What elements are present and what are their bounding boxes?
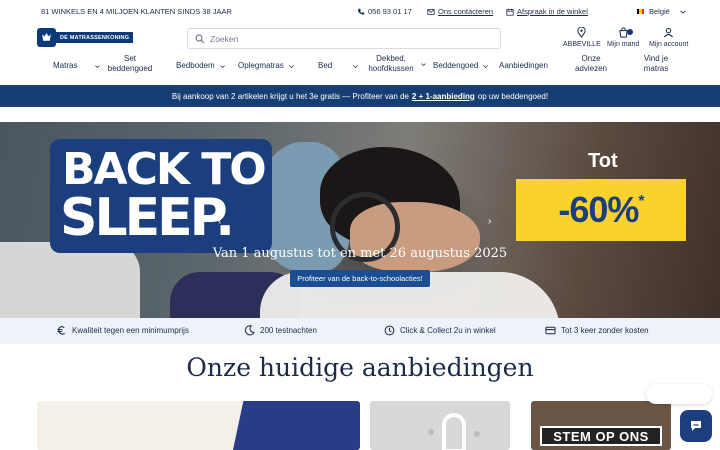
hero-tot: Tot bbox=[588, 150, 618, 172]
usp-item-payment: Tot 3 keer zonder kosten bbox=[545, 325, 649, 336]
logo-text: DE MATRASSENKONING bbox=[56, 32, 134, 43]
offer-card[interactable]: STEM OP ONS bbox=[531, 401, 671, 450]
usp-label: Kwaliteit tegen een minimumprijs bbox=[72, 326, 189, 335]
offer-card[interactable] bbox=[370, 401, 510, 450]
nav-item-set-beddengoed[interactable]: Set beddengoed bbox=[103, 54, 157, 74]
discount-badge: -60% * bbox=[516, 179, 686, 241]
chevron-down-icon bbox=[353, 64, 359, 68]
nav-item-bed[interactable]: Bed bbox=[318, 61, 359, 71]
store-locator-button[interactable]: ABBEVILLE bbox=[563, 27, 601, 48]
main-nav: Matras Set beddengoed Bedbodem Oplegmatr… bbox=[0, 52, 720, 84]
chat-prompt-bubble[interactable] bbox=[646, 384, 712, 404]
hero-headline-2: SLEEP. bbox=[60, 188, 235, 248]
store-label: ABBEVILLE bbox=[563, 41, 601, 48]
section-title: Onze huidige aanbiedingen bbox=[186, 353, 534, 382]
chevron-down-icon bbox=[95, 64, 101, 68]
hero-date: Van 1 augustus tot en met 26 augustus 20… bbox=[212, 246, 508, 261]
chevron-down-icon bbox=[483, 64, 489, 68]
usp-item-price: Kwaliteit tegen een minimumprijs bbox=[56, 325, 189, 336]
back-to-sleep-logo: BACK TO SLEEP. bbox=[50, 139, 272, 253]
mail-icon bbox=[427, 8, 435, 15]
usp-bar: Kwaliteit tegen een minimumprijs 200 tes… bbox=[0, 318, 720, 344]
cart-label: Mijn mand bbox=[607, 41, 640, 48]
user-icon bbox=[664, 27, 674, 38]
nav-label: Bed bbox=[318, 61, 333, 70]
nav-label: Dekbed, hoofdkussen bbox=[368, 54, 414, 73]
euro-icon bbox=[57, 325, 66, 335]
usp-label: Click & Collect 2u in winkel bbox=[400, 326, 496, 335]
nav-item-oplegmatras[interactable]: Oplegmatras bbox=[238, 61, 295, 71]
nav-item-dekbed-hoofdkussen[interactable]: Dekbed, hoofdkussen bbox=[366, 54, 427, 74]
chevron-down-icon bbox=[421, 62, 426, 66]
usp-label: Tot 3 keer zonder kosten bbox=[561, 326, 649, 335]
contact-label: Ons contacteren bbox=[438, 7, 494, 16]
nav-label: Vind je matras bbox=[643, 54, 669, 73]
appointment-link[interactable]: Afspraak in de winkel bbox=[506, 7, 588, 16]
top-bar: 81 WINKELS EN 4 MILJOEN KLANTEN SINDS 38… bbox=[0, 0, 720, 22]
search-placeholder: Zoeken bbox=[210, 33, 239, 44]
chat-button[interactable] bbox=[680, 410, 712, 442]
phone-link[interactable]: 056 93 01 17 bbox=[357, 7, 412, 16]
nav-label: Set beddengoed bbox=[107, 54, 153, 73]
nav-label: Bedbodem bbox=[176, 61, 215, 70]
appointment-label: Afspraak in de winkel bbox=[517, 7, 588, 16]
vote-sign: STEM OP ONS bbox=[540, 426, 662, 446]
nav-label: Onze adviezen bbox=[574, 54, 608, 73]
country-selector[interactable]: België bbox=[637, 7, 687, 16]
nav-item-aanbiedingen[interactable]: Aanbiedingen bbox=[499, 61, 548, 71]
site-header: DE MATRASSENKONING Zoeken ABBEVILLE Mijn… bbox=[0, 22, 720, 52]
carousel-next-icon[interactable]: › bbox=[488, 216, 491, 227]
contact-link[interactable]: Ons contacteren bbox=[427, 7, 493, 16]
site-logo[interactable]: DE MATRASSENKONING bbox=[37, 28, 134, 47]
cart-count-badge bbox=[627, 29, 633, 35]
moon-icon bbox=[244, 325, 255, 336]
nav-item-vind-je-matras[interactable]: Vind je matras bbox=[640, 54, 672, 74]
hero-cta-button[interactable]: Profiteer van de back-to-schoolacties! bbox=[290, 270, 430, 287]
usp-item-click-collect: Click & Collect 2u in winkel bbox=[384, 325, 496, 336]
country-label: België bbox=[649, 7, 670, 16]
credit-card-icon bbox=[545, 326, 556, 335]
discount-asterisk: * bbox=[638, 193, 644, 210]
promo-text-before: Bij aankoop van 2 artikelen krijgt u het… bbox=[171, 91, 409, 101]
promo-text-after: op uw beddengoed! bbox=[477, 91, 549, 101]
search-input[interactable]: Zoeken bbox=[187, 28, 501, 49]
discount-value: -60% bbox=[558, 189, 639, 230]
carousel-prev-icon[interactable]: ‹ bbox=[218, 216, 221, 227]
phone-icon bbox=[358, 8, 365, 15]
nav-label: Matras bbox=[53, 61, 78, 70]
offer-card-decoration bbox=[428, 429, 434, 435]
chevron-down-icon bbox=[288, 64, 294, 68]
nav-label: Beddengoed bbox=[433, 61, 479, 70]
nav-item-onze-adviezen[interactable]: Onze adviezen bbox=[572, 54, 610, 74]
belgium-flag-icon bbox=[637, 9, 644, 14]
cart-button[interactable]: Mijn mand bbox=[607, 27, 639, 48]
chevron-down-icon bbox=[680, 10, 686, 14]
nav-item-bedbodem[interactable]: Bedbodem bbox=[176, 61, 226, 71]
hero-banner[interactable]: BACK TO SLEEP. Tot -60% * ‹ › Van 1 augus… bbox=[0, 122, 720, 318]
location-pin-icon bbox=[577, 27, 587, 38]
offer-card-image bbox=[442, 413, 466, 450]
offer-card-image bbox=[230, 401, 360, 450]
offer-card-decoration bbox=[474, 431, 480, 437]
nav-item-matras[interactable]: Matras bbox=[53, 61, 101, 71]
chevron-down-icon bbox=[219, 64, 225, 68]
promo-link[interactable]: 2 + 1-aanbieding bbox=[412, 92, 475, 101]
nav-label: Aanbiedingen bbox=[499, 61, 548, 70]
calendar-icon bbox=[506, 8, 514, 16]
crown-logo-icon bbox=[37, 28, 56, 47]
offer-card[interactable] bbox=[37, 401, 360, 450]
account-label: Mijn account bbox=[649, 41, 689, 48]
nav-item-beddengoed[interactable]: Beddengoed bbox=[433, 61, 489, 71]
phone-number: 056 93 01 17 bbox=[368, 7, 412, 16]
promo-banner[interactable]: Bij aankoop van 2 artikelen krijgt u het… bbox=[0, 85, 720, 107]
account-button[interactable]: Mijn account bbox=[649, 27, 688, 48]
nav-label: Oplegmatras bbox=[238, 61, 284, 70]
clock-icon bbox=[384, 325, 395, 336]
search-icon bbox=[195, 33, 205, 43]
store-claim: 81 WINKELS EN 4 MILJOEN KLANTEN SINDS 38… bbox=[41, 7, 232, 16]
usp-item-testnights: 200 testnachten bbox=[244, 325, 317, 336]
chat-icon bbox=[691, 421, 701, 431]
usp-label: 200 testnachten bbox=[260, 326, 317, 335]
